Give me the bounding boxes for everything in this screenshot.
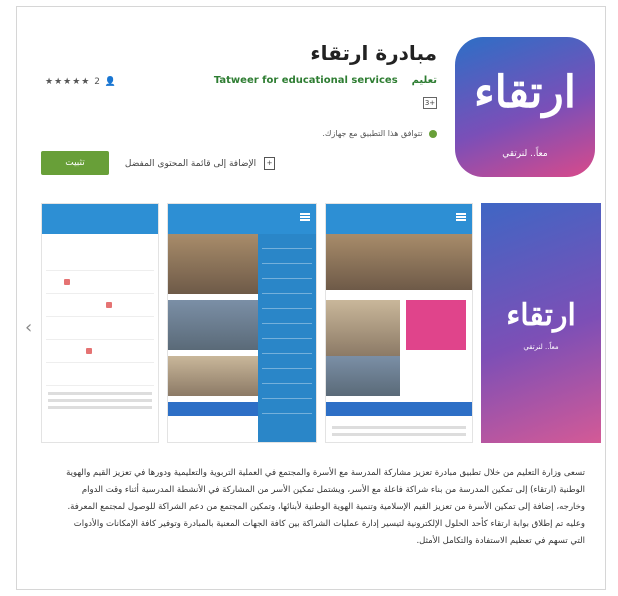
compatibility-notice: تتوافق هذا التطبيق مع جهازك. xyxy=(322,129,437,138)
screenshot-banner xyxy=(168,402,258,416)
app-icon: ارتقاء معاً.. لنرتقي xyxy=(455,37,595,177)
app-description: تسعى وزارة التعليم من خلال تطبيق مبادرة … xyxy=(57,465,585,550)
menu-icon xyxy=(300,213,310,221)
screenshot-menu[interactable] xyxy=(167,203,317,443)
screenshot-photo xyxy=(326,234,472,290)
splash-logo-text: ارتقاء xyxy=(506,298,576,333)
screenshot-sidebar xyxy=(258,234,316,442)
app-title: مبادرة ارتقاء xyxy=(310,41,437,65)
screenshot-app-bar xyxy=(42,204,158,234)
screenshot-app-bar xyxy=(326,204,472,234)
content-rating-badge: 3+ xyxy=(423,97,437,109)
screenshot-photo xyxy=(168,356,258,396)
developer-name: Tatweer for educational services xyxy=(213,75,398,86)
screenshot-text-lines xyxy=(332,422,466,440)
gallery-prev-arrow[interactable]: ‹ xyxy=(25,317,32,338)
screenshot-calendar[interactable] xyxy=(41,203,159,443)
screenshot-photo xyxy=(168,234,258,294)
app-store-listing: ارتقاء معاً.. لنرتقي مبادرة ارتقاء تعليم… xyxy=(16,6,606,590)
description-paragraph: وعليه تم إطلاق بوابة ارتقاء كأحد الحلول … xyxy=(73,519,585,546)
app-logo-tagline: معاً.. لنرتقي xyxy=(502,149,548,159)
bookmark-icon: + xyxy=(264,157,275,170)
app-logo-text: ارتقاء xyxy=(473,67,577,118)
screenshot-photo xyxy=(326,356,400,396)
screenshot-banner xyxy=(326,402,472,416)
developer-link[interactable]: تعليم Tatweer for educational services xyxy=(214,75,437,86)
splash-logo-tagline: معاً.. لنرتقي xyxy=(523,343,559,351)
screenshot-splash[interactable]: ارتقاء معاً.. لنرتقي xyxy=(481,203,601,443)
check-icon xyxy=(429,129,437,138)
description-paragraph: تسعى وزارة التعليم من خلال تطبيق مبادرة … xyxy=(66,468,585,512)
screenshot-photo xyxy=(168,300,258,350)
install-button[interactable]: تثبيت xyxy=(41,151,109,175)
screenshot-text-lines xyxy=(48,388,152,413)
developer-tag: تعليم xyxy=(411,75,437,86)
screenshot-app-bar xyxy=(168,204,316,234)
screenshot-gallery: ارتقاء معاً.. لنرتقي xyxy=(41,203,601,443)
screenshot-photo xyxy=(326,300,400,356)
compatibility-text: تتوافق هذا التطبيق مع جهازك. xyxy=(322,129,423,138)
rating-stars: ★★★★★ 2 👤 xyxy=(45,77,117,87)
menu-icon xyxy=(456,213,466,221)
wishlist-button[interactable]: + الإضافة إلى قائمة المحتوى المفضل xyxy=(125,157,275,170)
screenshot-tile xyxy=(406,300,466,350)
wishlist-label: الإضافة إلى قائمة المحتوى المفضل xyxy=(124,159,257,169)
screenshot-home[interactable] xyxy=(325,203,473,443)
screenshot-calendar-grid xyxy=(46,248,154,386)
